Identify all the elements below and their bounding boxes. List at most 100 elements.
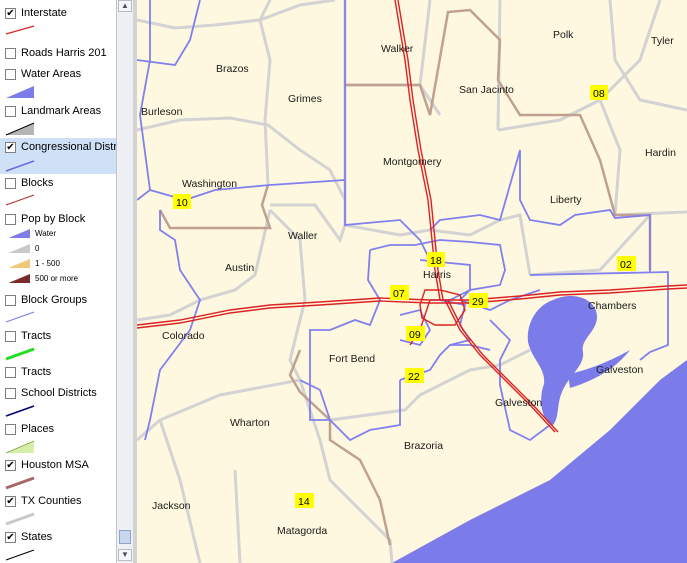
county-label: Tyler (651, 35, 674, 47)
svg-text:09: 09 (409, 329, 421, 341)
pop-class-1-500: 1 - 500 (5, 258, 60, 268)
layer-checkbox[interactable] (5, 388, 16, 399)
district-label-29: 29 (469, 293, 488, 308)
scroll-up-icon[interactable]: ▲ (118, 0, 132, 12)
layer-label: School Districts (21, 387, 97, 399)
svg-text:02: 02 (620, 259, 632, 271)
layer-checkbox[interactable] (5, 424, 16, 435)
svg-text:18: 18 (430, 255, 442, 267)
county-line-icon (5, 512, 35, 526)
county-label: Liberty (550, 194, 582, 206)
pop-class-water: Water (5, 228, 56, 238)
county-label: Harris (423, 269, 451, 281)
layer-checkbox[interactable] (5, 367, 16, 378)
layer-checkbox[interactable]: ✔ (5, 460, 16, 471)
layer-checkbox[interactable]: ✔ (5, 532, 16, 543)
district-label-07: 07 (390, 285, 409, 300)
school-district-line-icon (5, 405, 35, 417)
county-label: Montgomery (383, 156, 442, 168)
layer-label: Block Groups (21, 294, 88, 306)
district-label-08: 08 (590, 85, 608, 100)
layer-checkbox[interactable] (5, 331, 16, 342)
county-label: Washington (182, 178, 237, 190)
tract-line-icon (5, 347, 35, 361)
pop-class-zero: 0 (5, 243, 39, 253)
district-label-22: 22 (405, 368, 424, 383)
county-label: Jackson (152, 500, 191, 512)
pop-class-500-plus: 500 or more (5, 273, 78, 283)
layer-landmark-areas[interactable]: Landmark Areas (0, 102, 116, 138)
layer-checkbox[interactable] (5, 69, 16, 80)
layer-pop-by-block[interactable]: Pop by Block Water 0 1 - 500 500 or more (0, 210, 116, 290)
layer-label: Congressional District (21, 141, 116, 153)
layer-label: Places (21, 423, 55, 435)
layer-checkbox[interactable] (5, 214, 16, 225)
layer-school-districts[interactable]: School Districts (0, 384, 116, 420)
county-label: Grimes (288, 93, 322, 105)
legend-panel: ✔ Interstate Roads Harris 201 Water Area… (0, 0, 117, 563)
layer-houston-msa[interactable]: ✔ Houston MSA (0, 456, 116, 492)
low-pop-swatch-icon (8, 259, 30, 268)
layer-tracts[interactable]: Tracts (0, 327, 116, 363)
layer-checkbox[interactable]: ✔ (5, 142, 16, 153)
layer-label: Landmark Areas (21, 105, 102, 117)
block-line-icon (5, 194, 35, 206)
place-area-icon (5, 440, 35, 454)
water-swatch-icon (8, 229, 30, 238)
district-label-02: 02 (617, 256, 636, 271)
layer-water-areas[interactable]: Water Areas (0, 65, 116, 101)
state-line-icon (5, 549, 35, 561)
layer-tracts-2[interactable]: Tracts (0, 363, 116, 383)
water-area-icon (6, 86, 34, 98)
layer-label: TX Counties (21, 495, 82, 507)
layer-checkbox[interactable]: ✔ (5, 496, 16, 507)
layer-checkbox[interactable] (5, 106, 16, 117)
layer-label: Interstate (21, 7, 67, 19)
county-label: San Jacinto (459, 84, 514, 96)
county-label: Waller (288, 230, 318, 242)
layer-congressional-district[interactable]: ✔ Congressional District (0, 138, 116, 174)
layer-checkbox[interactable] (5, 295, 16, 306)
district-label-09: 09 (406, 326, 425, 341)
county-label: Burleson (141, 106, 183, 118)
layer-blocks[interactable]: Blocks (0, 174, 116, 208)
county-label: Fort Bend (329, 353, 375, 365)
interstate-line-icon (5, 25, 35, 35)
svg-text:10: 10 (176, 197, 188, 209)
layer-label: Tracts (21, 330, 52, 342)
layer-label: Tracts (21, 366, 52, 378)
layer-checkbox[interactable] (5, 48, 16, 59)
scroll-down-icon[interactable]: ▼ (118, 549, 132, 561)
district-label-10: 10 (173, 194, 191, 209)
layer-checkbox[interactable] (5, 178, 16, 189)
layer-label: Blocks (21, 177, 54, 189)
layer-interstate[interactable]: ✔ Interstate (0, 5, 116, 35)
layer-label: Pop by Block (21, 213, 86, 225)
svg-text:07: 07 (393, 288, 405, 300)
layer-label: Water Areas (21, 68, 82, 80)
legend-scrollbar[interactable]: ▲ ▼ (116, 0, 133, 563)
layer-label: Roads Harris 201 (21, 47, 107, 59)
layer-places[interactable]: Places (0, 420, 116, 456)
layer-tx-counties[interactable]: ✔ TX Counties (0, 492, 116, 528)
county-label: Wharton (230, 417, 270, 429)
district-label-18: 18 (427, 252, 445, 267)
svg-text:14: 14 (298, 496, 310, 508)
layer-checkbox[interactable]: ✔ (5, 8, 16, 19)
congressional-district-line-icon (5, 160, 35, 172)
layer-roads-harris[interactable]: Roads Harris 201 (0, 44, 116, 64)
map-view[interactable]: Walker Polk Tyler Brazos Grimes San Jaci… (137, 0, 687, 563)
scroll-thumb[interactable] (119, 530, 131, 544)
layer-label: Houston MSA (21, 459, 89, 471)
zero-swatch-icon (8, 244, 30, 253)
layer-block-groups[interactable]: Block Groups (0, 291, 116, 325)
county-label: Galveston (495, 397, 542, 409)
landmark-area-icon (5, 122, 35, 136)
county-label: Hardin (645, 147, 676, 159)
layer-states[interactable]: ✔ States (0, 528, 116, 563)
high-pop-swatch-icon (8, 274, 30, 283)
msa-line-icon (5, 476, 35, 490)
county-label: Chambers (588, 300, 636, 312)
svg-text:22: 22 (408, 371, 420, 383)
county-label: Polk (553, 29, 574, 41)
